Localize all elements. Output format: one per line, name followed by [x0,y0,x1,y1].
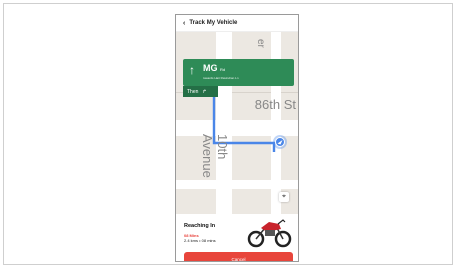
turn-right-icon: ↱ [202,88,207,95]
reaching-title: Reaching In [184,223,216,229]
distance-text: 2.4 kms • 08 mins [184,238,216,243]
road-name: MG Rd [203,63,226,73]
phone-screen: ‹ Track My Vehicle er 86th St 10th Avenu… [175,14,299,262]
map-view[interactable]: er 86th St 10th Avenue ↑ MG Rd towards H… [176,32,298,214]
top-bar: ‹ Track My Vehicle [176,15,298,32]
then-instruction: Then ↱ [183,86,218,97]
street-label-10th-avenue: 10th Avenue [200,134,230,178]
page-title: Track My Vehicle [189,20,238,26]
street-label-86th: 86th St [254,97,296,112]
cancel-button[interactable]: Cancel [184,252,293,261]
straight-arrow-icon: ↑ [189,63,195,77]
back-chevron-icon[interactable]: ‹ [183,20,185,27]
motorcycle-image [247,219,292,248]
then-label: Then [187,88,199,95]
towards-text: towards Hari Ravindran Ln [203,76,239,80]
street-label-top: er [255,39,266,48]
recenter-button[interactable]: ⌖ [279,192,289,202]
navigation-banner: ↑ MG Rd towards Hari Ravindran Ln [183,59,294,86]
road-lower [176,180,298,189]
trip-status-panel: Reaching In 08 Mins 2.4 kms • 08 mins Ca… [176,214,298,261]
